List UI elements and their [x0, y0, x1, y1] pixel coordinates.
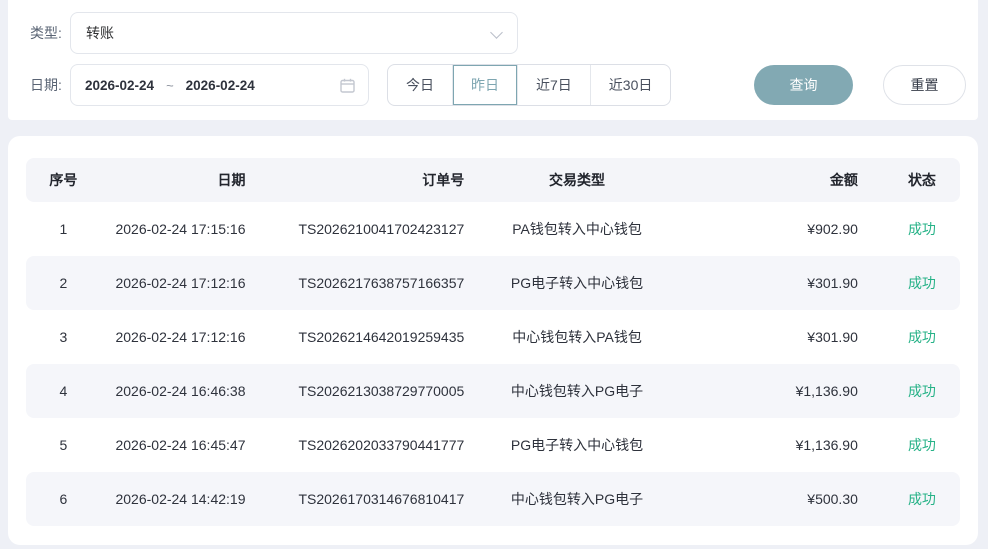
- row-order: TS2026213038729770005: [298, 383, 465, 399]
- row-amount: ¥1,136.90: [795, 383, 858, 399]
- row-type: 中心钱包转入PA钱包: [512, 329, 642, 345]
- table-row: 4 2026-02-24 16:46:38 TS2026213038729770…: [26, 364, 960, 418]
- date-end-value: 2026-02-24: [185, 77, 255, 93]
- calendar-icon: [340, 78, 355, 98]
- column-header-date: 日期: [217, 172, 246, 188]
- quick-range-yesterday[interactable]: 昨日: [452, 65, 517, 105]
- row-type: PG电子转入中心钱包: [510, 437, 644, 453]
- row-date: 2026-02-24 14:42:19: [115, 491, 246, 507]
- column-header-order: 订单号: [422, 172, 465, 188]
- column-header-type: 交易类型: [549, 172, 606, 188]
- row-type: 中心钱包转入PG电子: [510, 383, 644, 399]
- row-order: TS2026170314676810417: [298, 491, 465, 507]
- type-select-value: 转账: [86, 25, 114, 41]
- table-row: 6 2026-02-24 14:42:19 TS2026170314676810…: [26, 472, 960, 526]
- row-order: TS2026210041702423127: [298, 221, 465, 237]
- table-row: 2 2026-02-24 17:12:16 TS2026217638757166…: [26, 256, 960, 310]
- row-amount: ¥1,136.90: [795, 437, 858, 453]
- row-no: 1: [59, 221, 68, 237]
- row-no: 5: [59, 437, 68, 453]
- date-range-input[interactable]: 2026-02-24 ~ 2026-02-24: [70, 64, 369, 106]
- table-row: 1 2026-02-24 17:15:16 TS2026210041702423…: [26, 202, 960, 256]
- row-no: 4: [59, 383, 68, 399]
- row-no: 2: [59, 275, 68, 291]
- row-amount: ¥500.30: [807, 491, 858, 507]
- column-header-amount: 金额: [829, 172, 858, 188]
- type-select[interactable]: 转账: [70, 12, 518, 54]
- row-order: TS2026217638757166357: [298, 275, 465, 291]
- status-badge: 成功: [907, 221, 936, 237]
- row-type: PG电子转入中心钱包: [510, 275, 644, 291]
- status-badge: 成功: [907, 437, 936, 453]
- table-row: 3 2026-02-24 17:12:16 TS2026214642019259…: [26, 310, 960, 364]
- query-button[interactable]: 查询: [754, 65, 853, 105]
- row-type: 中心钱包转入PG电子: [510, 491, 644, 507]
- type-filter-row: 类型: 转账: [30, 12, 956, 54]
- row-amount: ¥902.90: [807, 221, 858, 237]
- status-badge: 成功: [907, 329, 936, 345]
- row-no: 6: [59, 491, 68, 507]
- status-badge: 成功: [907, 491, 936, 507]
- row-date: 2026-02-24 16:45:47: [115, 437, 246, 453]
- type-label: 类型:: [30, 25, 62, 41]
- status-badge: 成功: [907, 275, 936, 291]
- row-type: PA钱包转入中心钱包: [512, 221, 642, 237]
- row-date: 2026-02-24 16:46:38: [115, 383, 246, 399]
- quick-range-group: 今日 昨日 近7日 近30日: [387, 64, 672, 106]
- column-header-no: 序号: [49, 172, 78, 188]
- reset-button[interactable]: 重置: [883, 65, 966, 105]
- filter-panel: 类型: 转账 日期: 2026-02-24 ~ 2026-02-24 今日 昨日: [8, 0, 978, 120]
- chevron-down-icon: [490, 26, 503, 39]
- column-header-status: 状态: [907, 172, 936, 188]
- quick-range-today[interactable]: 今日: [388, 65, 452, 105]
- row-date: 2026-02-24 17:15:16: [115, 221, 246, 237]
- quick-range-last7days[interactable]: 近7日: [517, 65, 590, 105]
- row-amount: ¥301.90: [807, 275, 858, 291]
- quick-range-last30days[interactable]: 近30日: [589, 65, 671, 105]
- row-no: 3: [59, 329, 68, 345]
- date-range-separator: ~: [166, 77, 174, 93]
- date-label: 日期:: [30, 77, 62, 93]
- row-order: TS2026202033790441777: [298, 437, 465, 453]
- table-header-row: 序号 日期 订单号 交易类型 金额 状态: [26, 158, 960, 202]
- date-start-value: 2026-02-24: [85, 77, 155, 93]
- transactions-table-card: 序号 日期 订单号 交易类型 金额 状态 1 2026-02-24 17:15:…: [8, 136, 978, 545]
- row-date: 2026-02-24 17:12:16: [115, 329, 246, 345]
- row-amount: ¥301.90: [807, 329, 858, 345]
- status-badge: 成功: [907, 383, 936, 399]
- table-row: 5 2026-02-24 16:45:47 TS2026202033790441…: [26, 418, 960, 472]
- row-order: TS2026214642019259435: [298, 329, 465, 345]
- row-date: 2026-02-24 17:12:16: [115, 275, 246, 291]
